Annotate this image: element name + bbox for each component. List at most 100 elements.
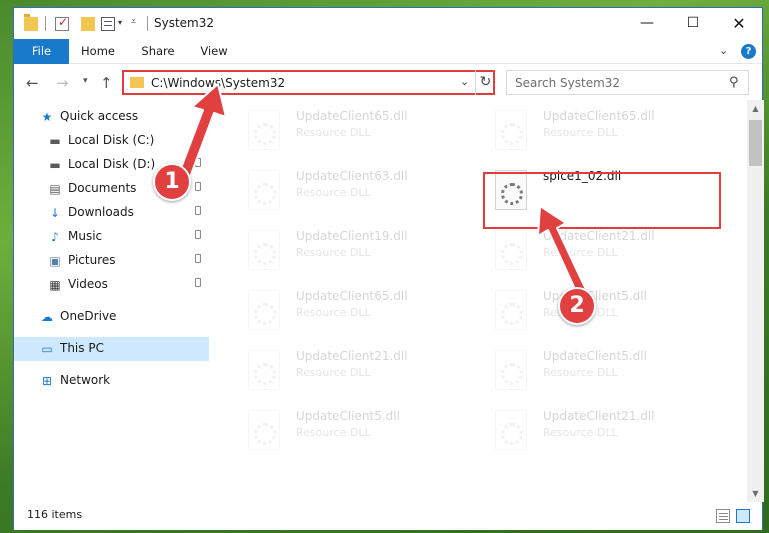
divider: [147, 16, 148, 31]
pin-icon[interactable]: [195, 230, 201, 242]
file-item[interactable]: UpdateClient19.dll Resource DLL: [229, 222, 469, 276]
chevron-down-icon[interactable]: ⌄: [460, 75, 469, 88]
folder-icon: [130, 77, 144, 88]
file-item[interactable]: UpdateClient5.dll Resource DLL: [229, 402, 469, 456]
highlight-box: [483, 172, 721, 229]
close-button[interactable]: ✕: [716, 8, 762, 39]
tab-file[interactable]: File: [14, 39, 69, 64]
sidebar-item-this-pc[interactable]: ▭ This PC: [14, 337, 209, 361]
vertical-scrollbar[interactable]: ▲ ▼: [747, 100, 764, 502]
file-name: UpdateClient63.dll: [296, 169, 408, 183]
file-item[interactable]: UpdateClient65.dll Resource DLL: [229, 102, 469, 156]
file-type: Resource DLL: [296, 366, 371, 379]
file-item[interactable]: UpdateClient21.dll Resource DLL: [476, 402, 716, 456]
scroll-down-icon[interactable]: ▼: [747, 485, 764, 502]
file-type: Resource DLL: [543, 426, 618, 439]
search-input[interactable]: Search System32 ⚲: [506, 70, 749, 95]
file-type: Resource DLL: [296, 246, 371, 259]
scroll-up-icon[interactable]: ▲: [747, 100, 764, 117]
view-icon[interactable]: [101, 17, 115, 31]
chevron-down-icon[interactable]: ⌄: [719, 44, 728, 57]
title-bar: ▾ ⩡ System32 — ☐ ✕: [14, 8, 762, 39]
pin-icon[interactable]: [195, 254, 201, 266]
tab-home[interactable]: Home: [74, 39, 122, 64]
dll-file-icon: [248, 290, 280, 330]
ribbon-tabs: File Home Share View ⌄ ?: [14, 39, 762, 64]
file-name: UpdateClient65.dll: [296, 109, 408, 123]
scrollbar-thumb[interactable]: [749, 120, 762, 166]
dll-file-icon: [248, 350, 280, 390]
tab-view[interactable]: View: [190, 39, 238, 64]
file-item[interactable]: UpdateClient63.dll Resource DLL: [229, 162, 469, 216]
sidebar-item-onedrive[interactable]: ☁ OneDrive: [14, 305, 209, 329]
item-count: 116 items: [27, 508, 83, 521]
step-2-marker: 2: [558, 287, 596, 325]
sidebar-item-label: Downloads: [68, 205, 134, 219]
step-1-marker: 1: [153, 163, 191, 201]
download-icon: ↓: [49, 206, 61, 220]
sidebar-item-pictures[interactable]: ▣ Pictures: [14, 249, 209, 273]
pin-icon[interactable]: [195, 134, 201, 146]
properties-icon[interactable]: [55, 15, 69, 31]
video-icon: ▦: [49, 278, 61, 292]
file-name: UpdateClient5.dll: [296, 409, 400, 423]
sidebar-item-label: Quick access: [60, 109, 139, 123]
pin-icon[interactable]: [195, 182, 201, 194]
file-name: UpdateClient21.dll: [543, 229, 655, 243]
forward-button[interactable]: →: [56, 74, 69, 92]
back-button[interactable]: ←: [26, 74, 39, 92]
file-item[interactable]: UpdateClient5.dllResource DLL: [476, 342, 716, 396]
search-icon[interactable]: ⚲: [729, 75, 739, 90]
status-bar: 116 items: [14, 502, 762, 530]
sidebar-item-label: This PC: [60, 341, 104, 355]
navigation-pane: ★ Quick access ▬ Local Disk (C:) ▬ Local Disk…: [14, 100, 211, 502]
up-button[interactable]: ↑: [100, 74, 113, 92]
tab-share[interactable]: Share: [134, 39, 182, 64]
pin-icon[interactable]: [195, 158, 201, 170]
computer-icon: ▭: [41, 342, 53, 356]
file-name: UpdateClient65.dll: [296, 289, 408, 303]
sidebar-item-label: Documents: [68, 181, 137, 195]
drive-icon: ▬: [49, 158, 61, 172]
address-bar[interactable]: C:\Windows\System32 ⌄ ↻: [122, 70, 495, 95]
details-view-icon[interactable]: [716, 509, 730, 523]
network-icon: ⊞: [41, 374, 53, 388]
pin-icon[interactable]: [195, 206, 201, 218]
file-type: Resource DLL: [543, 126, 618, 139]
help-icon[interactable]: ?: [741, 44, 756, 59]
customize-toolbar-icon[interactable]: ⩡: [131, 17, 136, 27]
sidebar-item-label: Videos: [68, 277, 108, 291]
file-explorer-window: ▾ ⩡ System32 — ☐ ✕ File Home Share View …: [13, 7, 764, 530]
file-type: Resource DLL: [543, 246, 618, 259]
file-item[interactable]: UpdateClient65.dll Resource DLL: [476, 102, 716, 156]
address-path[interactable]: C:\Windows\System32: [151, 76, 285, 90]
chevron-down-icon[interactable]: ▾: [118, 18, 122, 27]
sidebar-item-local-disk-c[interactable]: ▬ Local Disk (C:): [14, 129, 209, 153]
music-icon: ♪: [51, 230, 59, 244]
file-item[interactable]: UpdateClient21.dll Resource DLL: [229, 342, 469, 396]
recent-locations-button[interactable]: ▾: [83, 76, 88, 86]
minimize-button[interactable]: —: [624, 8, 670, 39]
pictures-icon: ▣: [49, 254, 61, 268]
sidebar-item-quick-access[interactable]: ★ Quick access: [14, 105, 209, 129]
refresh-button[interactable]: ↻: [475, 70, 495, 95]
sidebar-item-network[interactable]: ⊞ Network: [14, 369, 209, 393]
sidebar-item-downloads[interactable]: ↓ Downloads: [14, 201, 209, 225]
sidebar-item-videos[interactable]: ▦ Videos: [14, 273, 209, 297]
file-item[interactable]: UpdateClient5.dllResource DLL: [476, 282, 716, 336]
dll-file-icon: [248, 110, 280, 150]
file-type: Resource DLL: [296, 426, 371, 439]
maximize-button[interactable]: ☐: [670, 8, 716, 39]
sidebar-item-music[interactable]: ♪ Music: [14, 225, 209, 249]
file-name: UpdateClient19.dll: [296, 229, 408, 243]
large-icons-view-icon[interactable]: [736, 509, 750, 523]
file-item[interactable]: UpdateClient21.dll Resource DLL: [476, 222, 716, 276]
file-name: UpdateClient21.dll: [543, 409, 655, 423]
file-list: UpdateClient65.dll Resource DLL UpdateClie…: [215, 100, 747, 502]
navigation-bar: ← → ▾ ↑ C:\Windows\System32 ⌄ ↻ Search S…: [14, 65, 762, 99]
pin-icon[interactable]: [195, 278, 201, 290]
file-name: UpdateClient65.dll: [543, 109, 655, 123]
new-folder-icon[interactable]: [81, 17, 95, 31]
file-item[interactable]: UpdateClient65.dll Resource DLL: [229, 282, 469, 336]
dll-file-icon: [248, 410, 280, 450]
